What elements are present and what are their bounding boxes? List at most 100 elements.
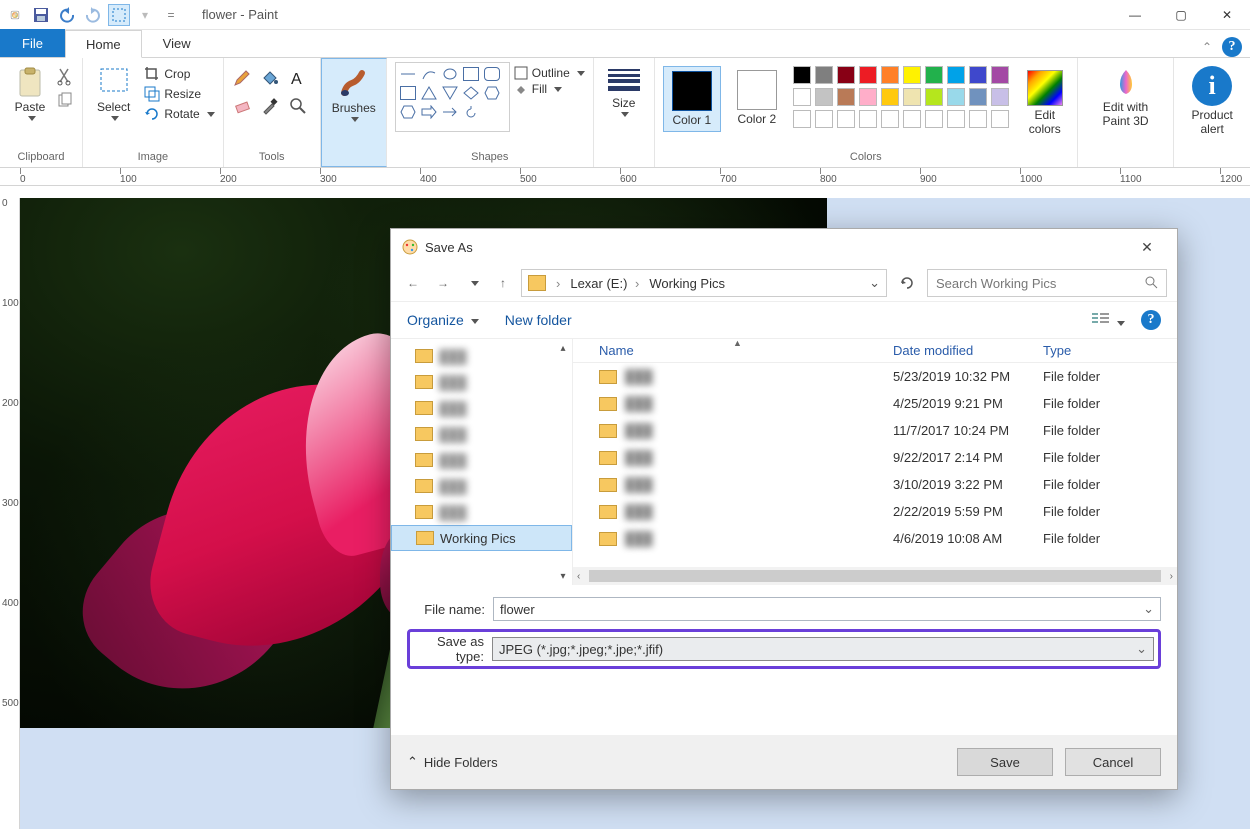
color-swatch[interactable] — [969, 66, 987, 84]
tree-item[interactable]: ███ — [391, 343, 572, 369]
color-swatch[interactable] — [925, 88, 943, 106]
color-swatch-empty[interactable] — [925, 110, 943, 128]
color-swatch[interactable] — [793, 88, 811, 106]
nav-up-button[interactable]: ↑ — [491, 271, 515, 295]
tree-scroll-down[interactable]: ▾ — [556, 569, 570, 583]
folder-tree[interactable]: ▴ ▾ █████████████████████Working Pics — [391, 339, 573, 585]
dialog-close-button[interactable]: ✕ — [1127, 239, 1167, 256]
minimize-ribbon-icon[interactable]: ⌃ — [1202, 40, 1212, 54]
crumb-folder[interactable]: Working Pics — [649, 276, 725, 291]
newfolder-button[interactable]: New folder — [505, 312, 572, 328]
color-swatch[interactable] — [925, 66, 943, 84]
paste-button[interactable]: Paste — [8, 62, 52, 125]
copy-icon[interactable] — [56, 92, 74, 110]
tree-item[interactable]: Working Pics — [391, 525, 572, 551]
qat-save[interactable] — [30, 4, 52, 26]
qat-dropdown[interactable]: = — [160, 4, 182, 26]
color-swatch[interactable] — [859, 66, 877, 84]
color-swatch-empty[interactable] — [793, 110, 811, 128]
cut-icon[interactable] — [56, 68, 74, 86]
color-swatch[interactable] — [881, 66, 899, 84]
color-swatch[interactable] — [881, 88, 899, 106]
qat-select-dotted[interactable] — [108, 4, 130, 26]
help-icon[interactable]: ? — [1222, 37, 1242, 57]
color1-button[interactable]: Color 1 — [663, 66, 721, 132]
color-swatch-empty[interactable] — [947, 110, 965, 128]
color-swatch[interactable] — [837, 88, 855, 106]
file-row[interactable]: ███4/6/2019 10:08 AMFile folder — [573, 525, 1177, 552]
select-button[interactable]: Select — [91, 62, 136, 125]
color-swatch[interactable] — [991, 88, 1009, 106]
close-button[interactable]: ✕ — [1204, 0, 1250, 30]
tree-item[interactable]: ███ — [391, 473, 572, 499]
save-button[interactable]: Save — [957, 748, 1053, 776]
hide-folders-button[interactable]: ⌃Hide Folders — [407, 754, 498, 770]
minimize-button[interactable]: — — [1112, 0, 1158, 30]
search-input[interactable]: Search Working Pics — [927, 269, 1167, 297]
color-swatch-empty[interactable] — [969, 110, 987, 128]
tree-item[interactable]: ███ — [391, 421, 572, 447]
color-swatch-empty[interactable] — [903, 110, 921, 128]
shapes-gallery[interactable] — [395, 62, 510, 132]
file-rows[interactable]: ███5/23/2019 10:32 PMFile folder███4/25/… — [573, 363, 1177, 567]
crumb-drive[interactable]: Lexar (E:) — [570, 276, 639, 291]
outline-button[interactable]: Outline — [514, 66, 585, 80]
color-swatch[interactable] — [903, 88, 921, 106]
file-list-header[interactable]: ▲Name Date modified Type — [573, 339, 1177, 363]
filename-input[interactable]: flower⌄ — [493, 597, 1161, 621]
color-swatch-empty[interactable] — [991, 110, 1009, 128]
view-button[interactable] — [1091, 311, 1125, 330]
nav-forward-button[interactable]: → — [431, 271, 455, 295]
color-swatch[interactable] — [947, 66, 965, 84]
nav-back-button[interactable]: ← — [401, 271, 425, 295]
file-row[interactable]: ███2/22/2019 5:59 PMFile folder — [573, 498, 1177, 525]
tree-scroll-up[interactable]: ▴ — [556, 341, 570, 355]
qat-redo[interactable] — [82, 4, 104, 26]
resize-button[interactable]: Resize — [144, 86, 214, 102]
tab-home[interactable]: Home — [65, 30, 142, 58]
color-swatch-empty[interactable] — [815, 110, 833, 128]
organize-button[interactable]: Organize — [407, 312, 479, 328]
color-swatch[interactable] — [969, 88, 987, 106]
color-swatch[interactable] — [859, 88, 877, 106]
color-swatch-empty[interactable] — [859, 110, 877, 128]
file-row[interactable]: ███3/10/2019 3:22 PMFile folder — [573, 471, 1177, 498]
fill-button[interactable]: Fill — [514, 82, 585, 96]
tree-item[interactable]: ███ — [391, 369, 572, 395]
color-swatch[interactable] — [793, 66, 811, 84]
color-swatch[interactable] — [903, 66, 921, 84]
refresh-button[interactable] — [893, 269, 921, 297]
filetype-select[interactable]: JPEG (*.jpg;*.jpeg;*.jpe;*.jfif)⌄ — [492, 637, 1154, 661]
fill-tool[interactable] — [260, 68, 284, 92]
horizontal-scrollbar[interactable]: ‹ › — [573, 567, 1177, 585]
tree-item[interactable]: ███ — [391, 395, 572, 421]
color-swatch[interactable] — [991, 66, 1009, 84]
paint3d-button[interactable]: Edit with Paint 3D — [1086, 62, 1166, 132]
maximize-button[interactable]: ▢ — [1158, 0, 1204, 30]
breadcrumb-path[interactable]: › Lexar (E:) Working Pics ⌄ — [521, 269, 887, 297]
text-tool[interactable]: A — [288, 68, 312, 92]
path-dropdown-icon[interactable]: ⌄ — [869, 275, 880, 291]
picker-tool[interactable] — [260, 96, 284, 120]
cancel-button[interactable]: Cancel — [1065, 748, 1161, 776]
file-row[interactable]: ███9/22/2017 2:14 PMFile folder — [573, 444, 1177, 471]
magnifier-tool[interactable] — [288, 96, 312, 120]
color-swatch[interactable] — [837, 66, 855, 84]
tab-file[interactable]: File — [0, 29, 65, 57]
product-alert-button[interactable]: i Product alert — [1182, 62, 1242, 140]
qat-undo[interactable] — [56, 4, 78, 26]
rotate-button[interactable]: Rotate — [144, 106, 214, 122]
pencil-tool[interactable] — [232, 68, 256, 92]
color-swatch[interactable] — [815, 66, 833, 84]
color2-button[interactable]: Color 2 — [731, 66, 783, 130]
color-swatch[interactable] — [947, 88, 965, 106]
color-swatch[interactable] — [815, 88, 833, 106]
dialog-help-icon[interactable]: ? — [1141, 310, 1161, 330]
file-row[interactable]: ███5/23/2019 10:32 PMFile folder — [573, 363, 1177, 390]
file-row[interactable]: ███4/25/2019 9:21 PMFile folder — [573, 390, 1177, 417]
brushes-button[interactable]: Brushes — [326, 63, 382, 126]
edit-colors-button[interactable]: Edit colors — [1021, 66, 1069, 140]
tree-item[interactable]: ███ — [391, 499, 572, 525]
nav-recent-button[interactable] — [461, 271, 485, 295]
eraser-tool[interactable] — [232, 96, 256, 120]
